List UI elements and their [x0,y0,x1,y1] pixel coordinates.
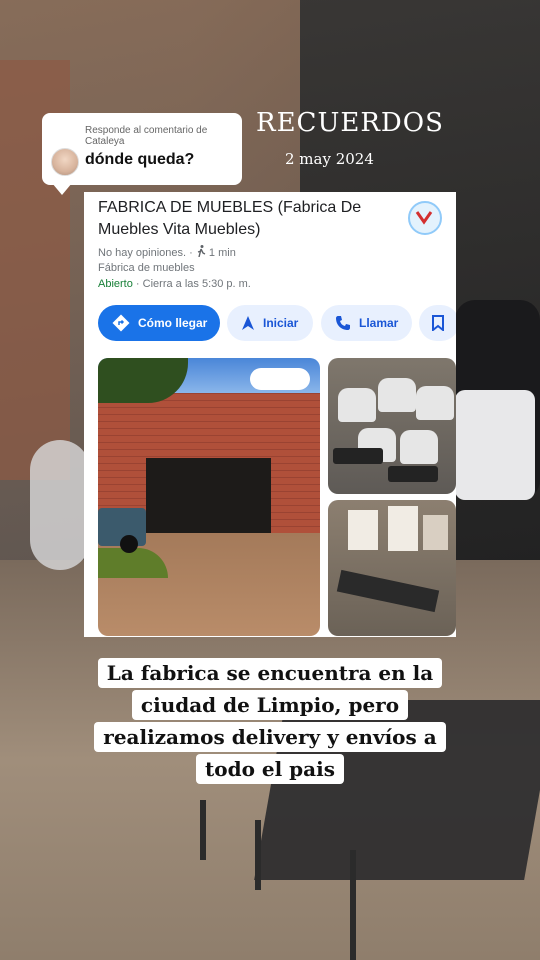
background-leg [255,820,261,890]
furniture-products-photo[interactable] [328,500,456,636]
start-button[interactable]: Iniciar [227,305,313,341]
save-button[interactable] [419,305,456,341]
factory-exterior-photo[interactable] [98,358,320,636]
phone-icon [336,316,350,330]
memory-date: 2 may 2024 [285,150,374,168]
background-leg [350,850,356,960]
caption-text: La fabrica se encuentra en la [97,658,443,688]
comment-text: dónde queda? [85,151,195,168]
reply-label: Responde al comentario de Cataleya [85,125,208,147]
call-label: Llamar [359,316,399,330]
directions-icon [112,314,130,332]
reviews-text: No hay opiniones. [98,247,187,259]
directions-label: Cómo llegar [138,316,208,330]
caption-line: realizamos delivery y envíos a [0,722,540,752]
caption-text: todo el pais [196,754,344,784]
salon-chairs-photo[interactable] [328,358,456,494]
caption-line: ciudad de Limpio, pero [0,690,540,720]
background-chair [455,390,535,500]
caption-line: La fabrica se encuentra en la [0,658,540,688]
hours-row: Abierto · Cierra a las 5:30 p. m. [98,278,251,290]
background-leg [200,800,206,860]
comment-reply-bubble[interactable]: Responde al comentario de Cataleya dónde… [42,113,242,195]
call-button[interactable]: Llamar [321,305,412,341]
place-card: FABRICA DE MUEBLES (Fabrica De Muebles V… [84,192,456,637]
separator-dot: · [189,247,196,259]
closing-hours: Cierra a las 5:30 p. m. [142,278,251,290]
reviews-row: No hay opiniones. · 1 min [98,245,236,259]
walking-icon [197,245,206,257]
caption-text: ciudad de Limpio, pero [131,690,409,720]
business-logo-icon [408,201,442,235]
caption-line: todo el pais [0,754,540,784]
avatar [51,148,79,176]
place-category: Fábrica de muebles [98,262,195,274]
start-label: Iniciar [263,316,299,330]
open-status: Abierto [98,278,133,290]
background-chair [30,440,90,570]
separator-dot: · [135,278,143,290]
navigation-arrow-icon [242,316,254,330]
directions-button[interactable]: Cómo llegar [98,305,220,341]
walk-time: 1 min [208,247,236,259]
place-name: FABRICA DE MUEBLES (Fabrica De Muebles V… [98,199,362,238]
memories-title: RECUERDOS [256,108,444,138]
bookmark-icon [432,315,444,331]
caption-text: realizamos delivery y envíos a [94,722,446,752]
